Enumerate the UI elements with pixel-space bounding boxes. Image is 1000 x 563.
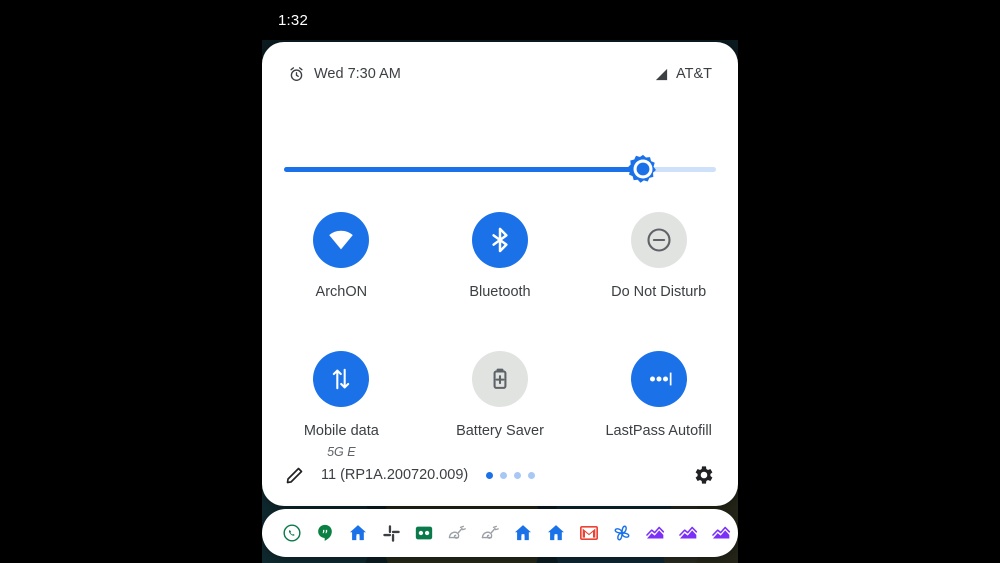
quick-settings-footer: 11 (RP1A.200720.009) xyxy=(262,444,738,506)
alarm-clock-icon xyxy=(288,66,305,83)
gmail-icon[interactable] xyxy=(575,519,603,547)
gear-settings-icon[interactable] xyxy=(692,463,716,487)
build-version-label: 11 (RP1A.200720.009) xyxy=(321,467,468,483)
alarm-status[interactable]: Wed 7:30 AM xyxy=(288,66,401,83)
whatsapp-icon[interactable] xyxy=(278,519,306,547)
phone-screen: 1:32 Wed 7:30 AM xyxy=(262,0,738,563)
nest-home-icon[interactable] xyxy=(509,519,537,547)
tile-label: Bluetooth xyxy=(469,284,530,301)
quick-settings-header: Wed 7:30 AM AT&T xyxy=(262,60,738,88)
wifi-icon xyxy=(313,212,369,268)
pencil-edit-icon[interactable] xyxy=(284,465,305,486)
lastpass-autofill-icon xyxy=(631,351,687,407)
page-indicator[interactable] xyxy=(486,472,535,479)
battery-saver-icon xyxy=(472,351,528,407)
quick-settings-tiles: ArchON Bluetooth xyxy=(262,212,738,459)
slider-fill xyxy=(284,167,643,172)
tile-label: Do Not Disturb xyxy=(611,284,706,301)
bluetooth-icon xyxy=(472,212,528,268)
page-dot[interactable] xyxy=(528,472,535,479)
mobile-data-icon xyxy=(313,351,369,407)
tile-label: Battery Saver xyxy=(456,423,544,440)
page-dot[interactable] xyxy=(514,472,521,479)
signal-bars-icon xyxy=(654,67,669,82)
carrier-status[interactable]: AT&T xyxy=(654,66,712,82)
hangouts-icon[interactable] xyxy=(311,519,339,547)
brightness-sun-icon[interactable] xyxy=(628,154,658,184)
page-dot[interactable] xyxy=(500,472,507,479)
alarm-time-label: Wed 7:30 AM xyxy=(314,66,401,82)
tile-lastpass-autofill[interactable]: LastPass Autofill xyxy=(586,351,731,440)
carrier-label: AT&T xyxy=(676,66,712,82)
tile-battery-saver[interactable]: Battery Saver xyxy=(427,351,572,440)
notification-icon-tray[interactable] xyxy=(262,509,738,557)
status-bar: 1:32 xyxy=(262,0,738,40)
tile-do-not-disturb[interactable]: Do Not Disturb xyxy=(586,212,731,301)
status-bar-clock: 1:32 xyxy=(278,12,308,29)
chart-trend-icon[interactable] xyxy=(641,519,669,547)
tile-bluetooth[interactable]: Bluetooth xyxy=(427,212,572,301)
tile-mobile-data[interactable]: Mobile data 5G E xyxy=(269,351,414,458)
nest-home-icon[interactable] xyxy=(344,519,372,547)
tile-wifi[interactable]: ArchON xyxy=(269,212,414,301)
tile-row-1: ArchON Bluetooth xyxy=(262,212,738,301)
slack-icon[interactable] xyxy=(377,519,405,547)
chart-trend-icon[interactable] xyxy=(707,519,735,547)
page-dot[interactable] xyxy=(486,472,493,479)
brightness-slider[interactable] xyxy=(284,154,716,184)
voicemail-icon[interactable] xyxy=(410,519,438,547)
tile-label: Mobile data xyxy=(304,423,379,440)
snail-mail-icon[interactable] xyxy=(476,519,504,547)
nest-home-icon[interactable] xyxy=(542,519,570,547)
tile-label: ArchON xyxy=(316,284,368,301)
do-not-disturb-icon xyxy=(631,212,687,268)
chart-trend-icon[interactable] xyxy=(674,519,702,547)
pinwheel-icon[interactable] xyxy=(608,519,636,547)
tile-row-2: Mobile data 5G E Battery Saver xyxy=(262,351,738,458)
quick-settings-panel: Wed 7:30 AM AT&T xyxy=(262,42,738,506)
tile-label: LastPass Autofill xyxy=(605,423,711,440)
snail-mail-icon[interactable] xyxy=(443,519,471,547)
